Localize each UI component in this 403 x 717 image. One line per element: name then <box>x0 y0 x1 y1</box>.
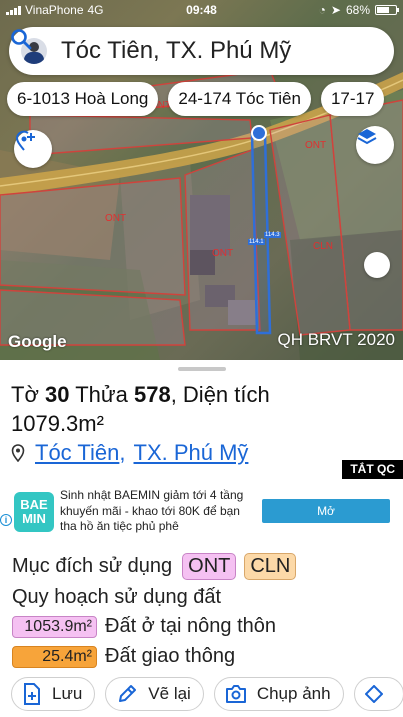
chip-recent-parcel[interactable]: 24-174 Tóc Tiên <box>168 82 311 116</box>
parcel-address: Tóc Tiên, TX. Phú Mỹ <box>11 440 248 466</box>
search-input[interactable]: Tóc Tiên, TX. Phú Mỹ <box>61 37 382 65</box>
chip-recent-parcel[interactable]: 6-1013 Hoà Long <box>7 82 159 116</box>
planning-area-badge: 25.4m² <box>12 645 97 668</box>
redraw-button[interactable]: Vẽ lại <box>105 677 204 711</box>
lot-number: 578 <box>133 382 171 407</box>
parcel-info-sheet: Tờ 30 Thửa 578, Diện tích 1079.3m² Tóc T… <box>0 360 403 717</box>
add-location-button[interactable] <box>14 130 52 168</box>
map-layer-name: QH BRVT 2020 <box>277 330 396 349</box>
battery-percent: 68% <box>345 3 370 17</box>
town-link[interactable]: TX. Phú Mỹ <box>134 440 249 466</box>
purpose-tag: CLN <box>244 553 297 580</box>
selected-parcel-vertex <box>251 125 267 141</box>
chip-recent-parcel[interactable]: 17-17 <box>320 82 385 116</box>
edge-length-label: 114.1 <box>248 239 265 245</box>
hide-ads-button[interactable]: TẮT QC <box>342 460 403 479</box>
take-photo-button[interactable]: Chụp ảnh <box>213 677 344 711</box>
land-purpose-label: Mục đích sử dụng <box>12 555 173 577</box>
search-bar[interactable]: Tóc Tiên, TX. Phú Mỹ <box>9 27 394 75</box>
planning-item-name: Đất ở tại nông thôn <box>105 615 277 637</box>
action-bar: Lưu Vẽ lại Chụp ảnh <box>11 677 403 711</box>
status-bar: VinaPhone 4G 09:48 ◔ ➤ 68% <box>0 0 403 20</box>
recent-parcel-chips: 6-1013 Hoà Long 24-174 Tóc Tiên 17-17 <box>7 82 385 116</box>
zone-label: ONT <box>212 248 234 259</box>
planning-item: 1053.9m² Đất ở tại nông thôn <box>12 615 276 638</box>
save-button[interactable]: Lưu <box>11 677 96 711</box>
google-attribution: Google <box>8 332 67 351</box>
zone-label: CLN <box>313 241 334 252</box>
sheet-number: 30 <box>45 382 70 407</box>
carrier-name: VinaPhone <box>25 3 84 17</box>
land-purpose-row: Mục đích sử dụng ONT CLN <box>12 553 297 580</box>
save-file-icon <box>24 683 40 705</box>
clock: 09:48 <box>186 3 217 17</box>
edge-length-label: 114.3 <box>264 232 281 238</box>
directions-icon <box>364 685 383 703</box>
ad-banner[interactable]: i BAE MIN Sinh nhật BAEMIN giảm tới 4 tần… <box>0 482 403 542</box>
signal-icon <box>6 5 21 15</box>
directions-button[interactable] <box>353 677 403 711</box>
parcel-title: Tờ 30 Thửa 578, Diện tích 1079.3m² <box>11 382 270 436</box>
location-pin-icon <box>11 444 25 462</box>
zone-label: ONT <box>305 140 327 151</box>
planning-heading: Quy hoạch sử dụng đất <box>12 586 222 608</box>
battery-icon <box>375 5 399 15</box>
search-icon[interactable] <box>9 27 33 51</box>
ad-open-button[interactable]: Mở <box>262 499 390 523</box>
planning-item: 25.4m² Đất giao thông <box>12 645 235 668</box>
sheet-drag-handle[interactable] <box>178 367 226 371</box>
purpose-tag: ONT <box>182 553 237 580</box>
ward-link[interactable]: Tóc Tiên <box>35 440 119 466</box>
map-control-knob[interactable] <box>364 252 390 278</box>
layers-icon <box>357 129 377 145</box>
alarm-icon: ◔ <box>318 3 326 17</box>
planning-item-name: Đất giao thông <box>105 645 236 667</box>
ad-text: Sinh nhật BAEMIN giảm tới 4 tầng khuyến … <box>60 488 244 533</box>
map-view[interactable]: VinaPhone 4G 09:48 ◔ ➤ 68% Tóc Tiên, TX.… <box>0 0 403 360</box>
zone-label: ONT <box>105 213 127 224</box>
ad-info-icon[interactable]: i <box>0 514 12 526</box>
layers-button[interactable] <box>356 126 394 164</box>
baemin-logo: BAE MIN <box>14 492 54 532</box>
planning-area-badge: 1053.9m² <box>12 615 97 638</box>
parcel-area: 1079.3m² <box>11 411 104 436</box>
add-location-pin-icon <box>15 130 35 151</box>
pencil-icon <box>119 685 137 702</box>
network-type: 4G <box>87 3 104 17</box>
camera-icon <box>225 685 246 703</box>
location-arrow-icon: ➤ <box>330 3 341 17</box>
